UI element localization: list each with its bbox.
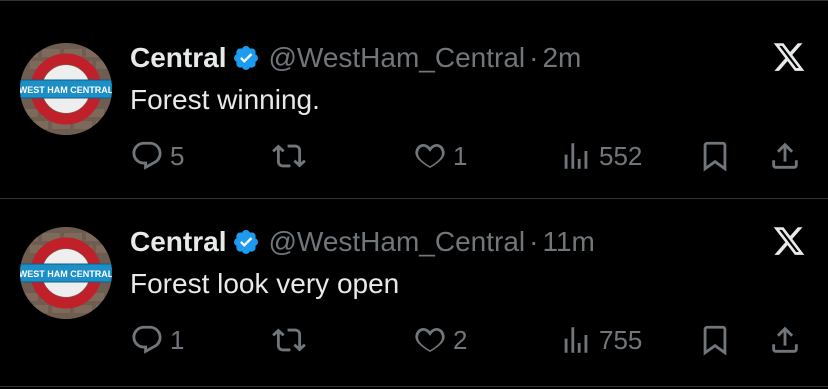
x-logo-icon[interactable]	[772, 40, 806, 74]
display-name[interactable]: Central	[130, 226, 226, 258]
bookmark-button[interactable]	[698, 322, 732, 358]
avatar-image: WEST HAM CENTRAL	[20, 227, 112, 319]
tweet-text: Forest winning.	[130, 84, 320, 115]
like-count: 2	[453, 324, 468, 355]
reply-button[interactable]: 1	[130, 322, 184, 358]
separator-dot: ·	[529, 226, 539, 257]
timestamp[interactable]: 2m	[542, 42, 581, 74]
timestamp[interactable]: 11m	[542, 226, 594, 258]
separator-dot: ·	[529, 42, 539, 73]
retweet-icon	[272, 144, 306, 168]
retweet-button[interactable]	[272, 322, 312, 358]
like-icon	[415, 143, 445, 169]
like-button[interactable]: 2	[413, 322, 467, 358]
verified-badge-icon	[234, 46, 259, 70]
verified-badge-icon	[234, 230, 259, 254]
x-logo-icon[interactable]	[772, 224, 806, 258]
avatar-image: WEST HAM CENTRAL	[20, 43, 112, 135]
like-button[interactable]: 1	[413, 138, 467, 174]
like-count: 1	[453, 140, 468, 171]
tweet-header: Central @WestHam_Central · 2m	[130, 40, 581, 76]
display-name[interactable]: Central	[130, 42, 226, 74]
avatar-sign-text: WEST HAM CENTRAL	[20, 85, 112, 95]
views-icon	[564, 327, 588, 353]
reply-button[interactable]: 5	[130, 138, 184, 174]
reply-icon	[132, 325, 162, 354]
tweet[interactable]: WEST HAM CENTRAL Central @WestHam_Centra…	[0, 186, 828, 370]
top-divider	[0, 0, 828, 1]
like-icon	[415, 327, 445, 353]
views-button[interactable]: 755	[559, 322, 642, 358]
tweet-text: Forest look very open	[130, 268, 400, 299]
avatar[interactable]: WEST HAM CENTRAL	[20, 43, 112, 135]
share-button[interactable]	[768, 138, 802, 174]
bookmark-icon	[703, 325, 727, 356]
share-icon	[772, 142, 798, 169]
tweet-header: Central @WestHam_Central · 11m	[130, 224, 595, 260]
views-count: 552	[599, 140, 643, 171]
views-button[interactable]: 552	[559, 138, 642, 174]
views-icon	[564, 143, 588, 169]
share-icon	[772, 326, 798, 353]
reply-icon	[132, 141, 162, 170]
retweet-button[interactable]	[272, 138, 312, 174]
tweet[interactable]: WEST HAM CENTRAL Central @WestHam_Centra…	[0, 2, 828, 186]
bookmark-button[interactable]	[698, 138, 732, 174]
share-button[interactable]	[768, 322, 802, 358]
handle[interactable]: @WestHam_Central	[268, 42, 525, 74]
views-count: 755	[599, 324, 643, 355]
handle[interactable]: @WestHam_Central	[268, 226, 525, 258]
avatar-sign-text: WEST HAM CENTRAL	[20, 269, 112, 279]
retweet-icon	[272, 328, 306, 352]
avatar[interactable]: WEST HAM CENTRAL	[20, 227, 112, 319]
reply-count: 1	[170, 324, 185, 355]
bottom-divider	[0, 386, 828, 387]
reply-count: 5	[170, 140, 185, 171]
bookmark-icon	[703, 141, 727, 172]
